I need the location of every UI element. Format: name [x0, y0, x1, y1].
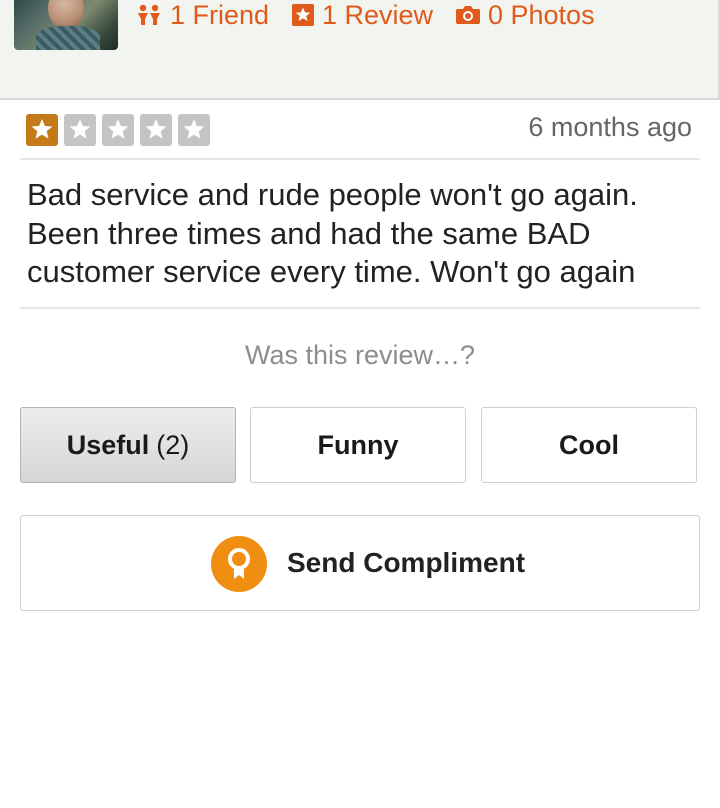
review-text-line: Been three times and had the same BAD	[27, 215, 591, 251]
profile-header: 1 Friend 1 Review 0 Photos	[0, 0, 720, 100]
send-compliment-button[interactable]: Send Compliment	[20, 515, 700, 611]
star-icon-empty	[64, 114, 96, 146]
award-ribbon-icon	[211, 536, 267, 592]
star-icon-empty	[178, 114, 210, 146]
review-text-line: customer service every time. Won't go ag…	[27, 254, 636, 289]
rating-row: 6 months ago	[20, 100, 700, 160]
camera-icon	[456, 5, 480, 25]
star-icon-empty	[102, 114, 134, 146]
funny-button[interactable]: Funny	[250, 407, 466, 483]
friends-icon	[136, 3, 162, 27]
photos-stat[interactable]: 0 Photos	[456, 0, 595, 30]
funny-label: Funny	[317, 429, 399, 460]
feedback-prompt: Was this review…?	[244, 340, 476, 370]
useful-label: Useful	[66, 429, 150, 460]
friends-stat[interactable]: 1 Friend	[136, 0, 269, 30]
divider	[20, 307, 700, 309]
review-text: Bad service and rude people won't go aga…	[27, 176, 697, 292]
reviews-count: 1 Review	[322, 0, 434, 30]
useful-count: (2)	[156, 429, 190, 460]
review-star-icon	[292, 4, 314, 26]
send-compliment-label: Send Compliment	[287, 547, 526, 578]
avatar-scarf	[36, 26, 100, 50]
avatar[interactable]	[14, 0, 118, 50]
star-icon-filled	[26, 114, 58, 146]
star-rating	[26, 114, 210, 146]
star-icon-empty	[140, 114, 172, 146]
review-text-line: Bad service and rude people won't go aga…	[27, 177, 638, 212]
useful-button[interactable]: Useful (2)	[20, 407, 236, 483]
cool-button[interactable]: Cool	[481, 407, 697, 483]
cool-label: Cool	[559, 429, 619, 460]
reviews-stat[interactable]: 1 Review	[292, 0, 433, 30]
friends-count: 1 Friend	[170, 0, 270, 30]
photos-count: 0 Photos	[488, 0, 595, 30]
review-timestamp: 6 months ago	[528, 112, 692, 142]
